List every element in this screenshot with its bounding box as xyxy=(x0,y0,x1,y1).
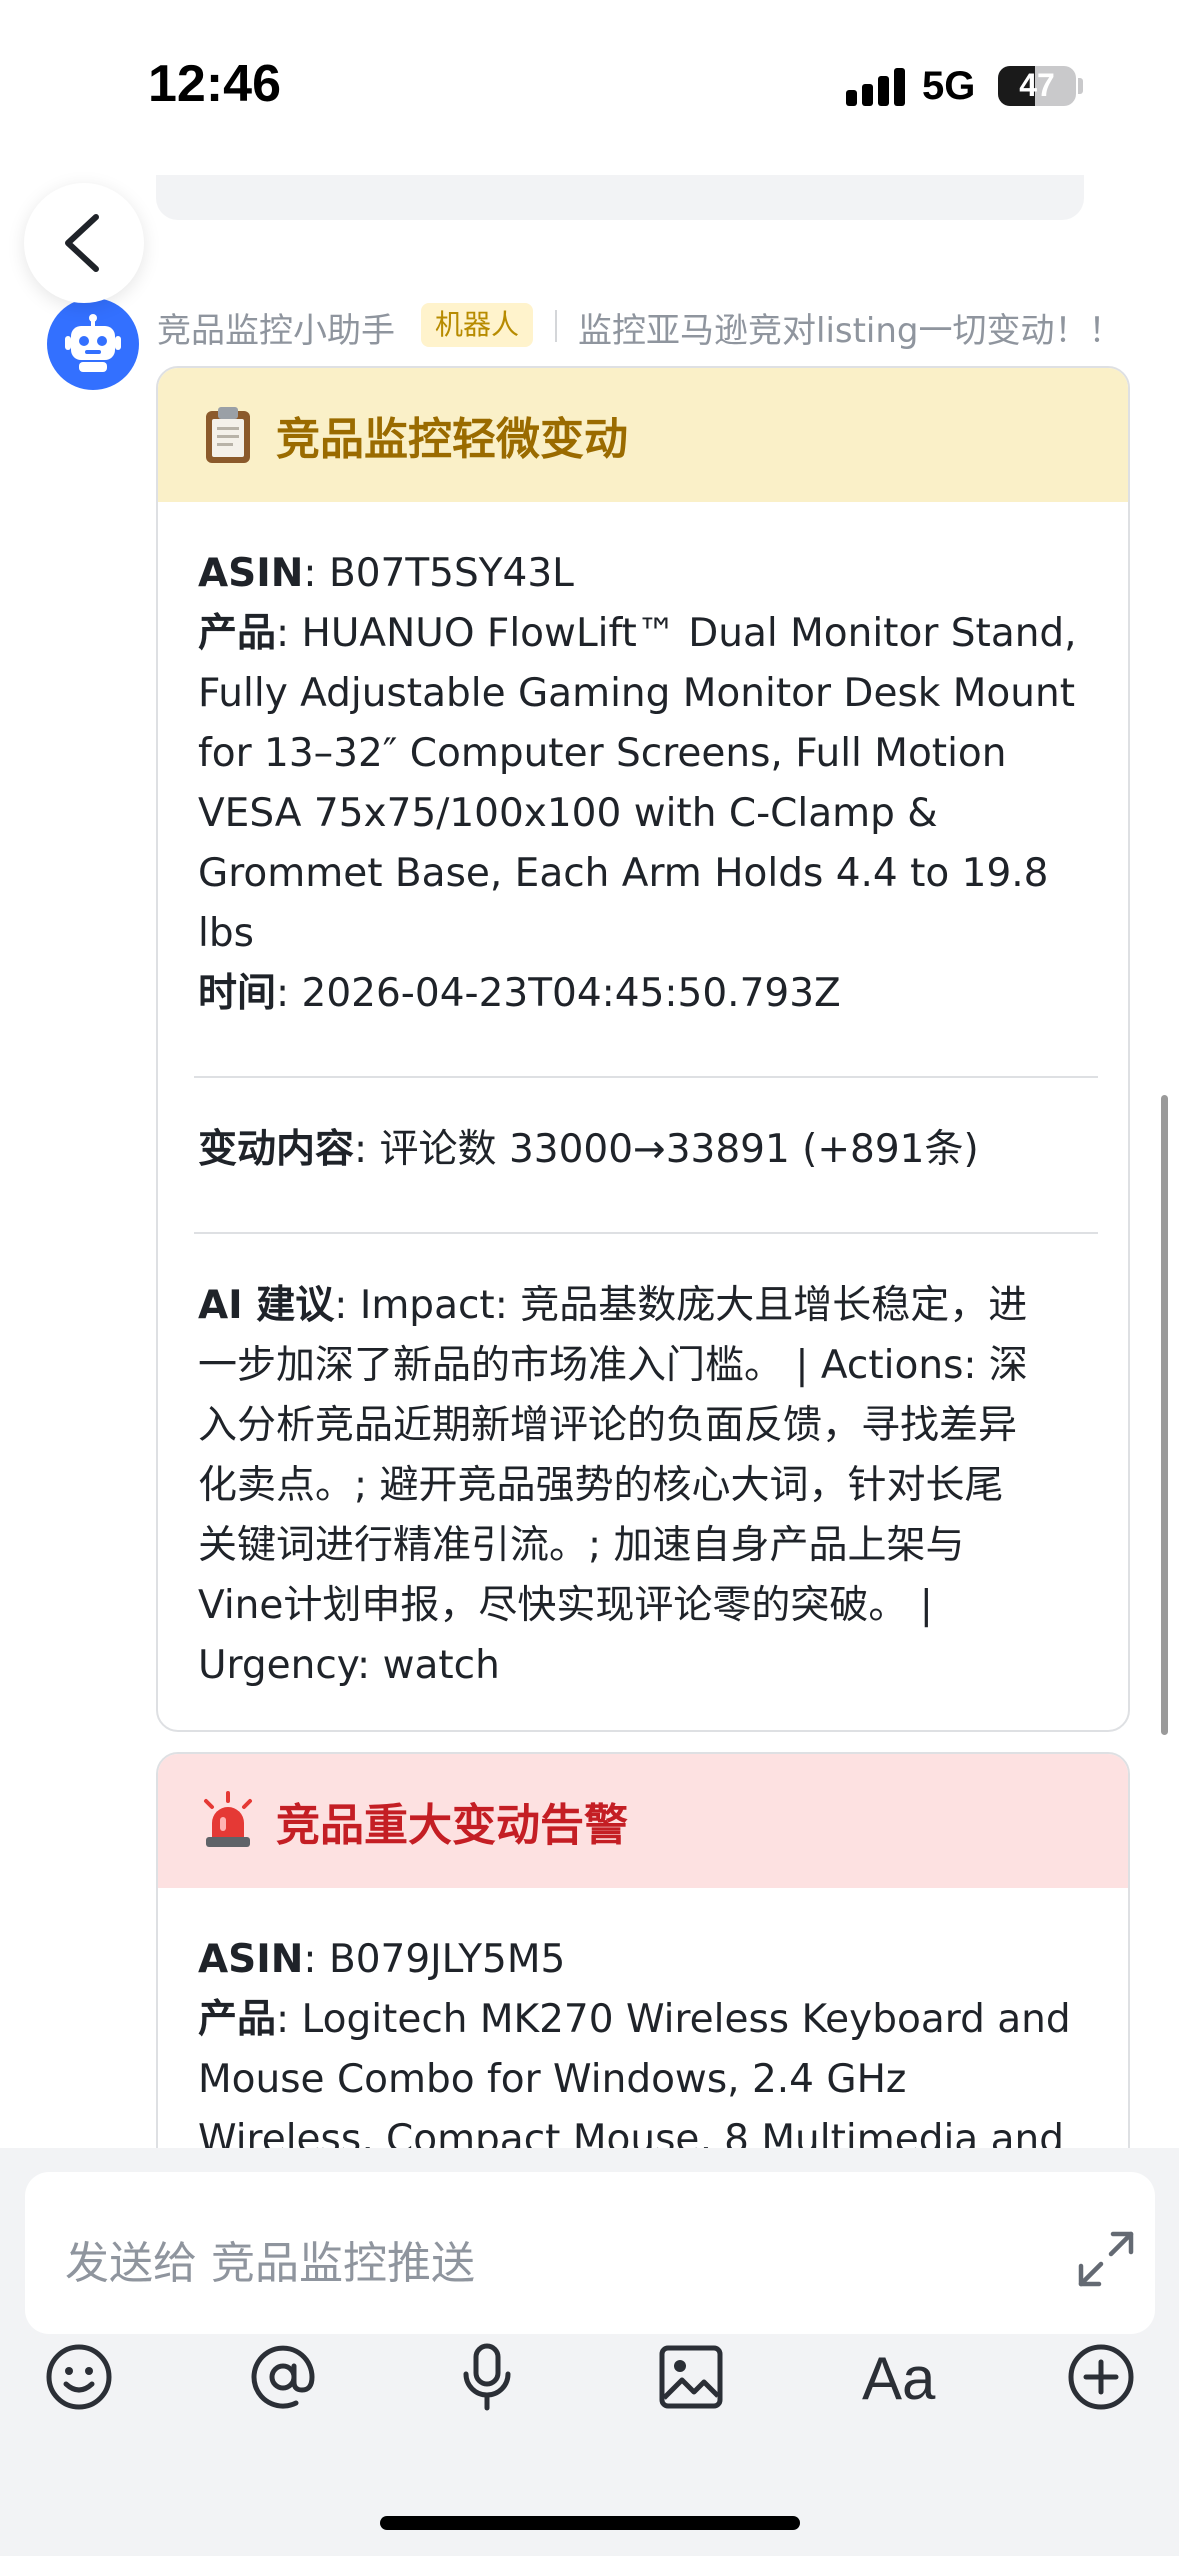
ai-line: 化卖点。; 避开竞品强势的核心大词，针对长尾 xyxy=(198,1463,1004,1508)
product-line: Fully Adjustable Gaming Monitor Desk Mou… xyxy=(198,671,1075,716)
change-row: 变动内容: 评论数 33000→33891 (+891条) xyxy=(198,1120,1094,1180)
change-section: 变动内容: 评论数 33000→33891 (+891条) xyxy=(198,1078,1094,1180)
asin-value: : B07T5SY43L xyxy=(303,551,574,596)
chevron-left-icon xyxy=(65,214,99,272)
card-header: 竞品重大变动告警 xyxy=(158,1754,1128,1888)
card-title: 竞品重大变动告警 xyxy=(276,1800,628,1851)
battery-level: 47 xyxy=(1019,67,1055,103)
ai-suggestion-section: AI 建议: Impact: 竞品基数庞大且增长稳定，进 一步加深了新品的市场准… xyxy=(198,1234,1094,1696)
expand-icon[interactable] xyxy=(1077,2230,1135,2288)
asin-row: ASIN: B079JLY5M5 xyxy=(198,1930,1094,1990)
bot-avatar[interactable] xyxy=(47,298,139,390)
product-line: Grommet Base, Each Arm Holds 4.4 to 19.8 xyxy=(198,851,1049,896)
battery-tip xyxy=(1078,78,1083,94)
time-row: 时间: 2026-04-23T04:45:50.793Z xyxy=(198,964,1094,1024)
change-value: : 评论数 33000→33891 (+891条) xyxy=(354,1127,979,1172)
sender-name[interactable]: 竞品监控小助手 xyxy=(157,303,395,352)
ai-label: AI 建议 xyxy=(198,1283,335,1328)
emoji-icon[interactable] xyxy=(44,2342,114,2412)
time-label: 时间 xyxy=(198,971,277,1016)
robot-icon xyxy=(65,314,121,372)
siren-icon xyxy=(198,1791,258,1851)
text-format-icon[interactable]: Aa xyxy=(862,2344,935,2413)
product-line: : HUANUO FlowLift™ Dual Monitor Stand, xyxy=(276,611,1077,656)
message-input[interactable]: 发送给 竞品监控推送 xyxy=(25,2172,1155,2334)
card-body: ASIN: B07T5SY43L 产品: HUANUO FlowLift™ Du… xyxy=(158,502,1128,1696)
battery-icon: 47 xyxy=(998,66,1076,106)
ai-line: 关键词进行精准引流。; 加速自身产品上架与 xyxy=(198,1523,965,1568)
image-icon[interactable] xyxy=(656,2342,726,2412)
ai-line: Urgency: watch xyxy=(198,1643,500,1688)
product-label: 产品 xyxy=(198,611,277,656)
home-indicator[interactable] xyxy=(380,2516,800,2530)
back-button[interactable] xyxy=(24,183,144,303)
status-bar: 12:46 5G 47 xyxy=(0,0,1179,175)
product-line: VESA 75x75/100x100 with C-Clamp & xyxy=(198,791,938,836)
change-label: 变动内容 xyxy=(198,1127,355,1172)
product-label: 产品 xyxy=(198,1997,277,2042)
asin-label: ASIN xyxy=(198,551,304,596)
bot-badge: 机器人 xyxy=(421,303,534,347)
sender-separator xyxy=(555,310,557,342)
microphone-icon[interactable] xyxy=(452,2342,522,2412)
network-label: 5G xyxy=(922,64,976,108)
add-icon[interactable] xyxy=(1066,2342,1136,2412)
message-card-major-alert[interactable]: 竞品重大变动告警 ASIN: B079JLY5M5 产品: Logitech M… xyxy=(156,1752,1130,2172)
card-header: 竞品监控轻微变动 xyxy=(158,368,1128,502)
product-line: : Logitech MK270 Wireless Keyboard and xyxy=(276,1997,1071,2042)
input-area: 发送给 竞品监控推送 xyxy=(0,2148,1179,2556)
product-info-section: ASIN: B079JLY5M5 产品: Logitech MK270 Wire… xyxy=(198,1888,1094,2170)
message-card-minor-change[interactable]: 竞品监控轻微变动 ASIN: B07T5SY43L 产品: HUANUO Flo… xyxy=(156,366,1130,1732)
input-placeholder: 发送给 竞品监控推送 xyxy=(65,2238,475,2289)
sender-signature: 监控亚马逊竞对listing一切变动！！ xyxy=(578,311,1123,351)
product-line: Mouse Combo for Windows, 2.4 GHz xyxy=(198,2057,907,2102)
product-line: for 13–32″ Computer Screens, Full Motion xyxy=(198,731,1007,776)
time-value: : 2026-04-23T04:45:50.793Z xyxy=(276,971,841,1016)
asin-value: : B079JLY5M5 xyxy=(303,1937,566,1982)
card-body: ASIN: B079JLY5M5 产品: Logitech MK270 Wire… xyxy=(158,1888,1128,2170)
ai-line: Vine计划申报，尽快实现评论零的突破。 | xyxy=(198,1583,933,1628)
card-title: 竞品监控轻微变动 xyxy=(276,414,628,465)
ai-line: : Impact: 竞品基数庞大且增长稳定，进 xyxy=(334,1283,1028,1328)
product-info-section: ASIN: B07T5SY43L 产品: HUANUO FlowLift™ Du… xyxy=(198,502,1094,1024)
status-time: 12:46 xyxy=(148,55,281,113)
asin-label: ASIN xyxy=(198,1937,304,1982)
clipboard-icon xyxy=(198,405,258,465)
ai-line: 入分析竞品近期新增评论的负面反馈，寻找差异 xyxy=(198,1403,1018,1448)
asin-row: ASIN: B07T5SY43L xyxy=(198,544,1094,604)
ai-line: 一步加深了新品的市场准入门槛。 | Actions: 深 xyxy=(198,1343,1028,1388)
ai-row: AI 建议: Impact: 竞品基数庞大且增长稳定，进 xyxy=(198,1276,1094,1336)
product-row: 产品: Logitech MK270 Wireless Keyboard and xyxy=(198,1990,1094,2050)
product-line: lbs xyxy=(198,911,254,956)
product-row: 产品: HUANUO FlowLift™ Dual Monitor Stand, xyxy=(198,604,1094,664)
signal-icon xyxy=(846,66,906,106)
scrollbar[interactable] xyxy=(1161,1095,1168,1735)
mention-icon[interactable] xyxy=(248,2342,318,2412)
